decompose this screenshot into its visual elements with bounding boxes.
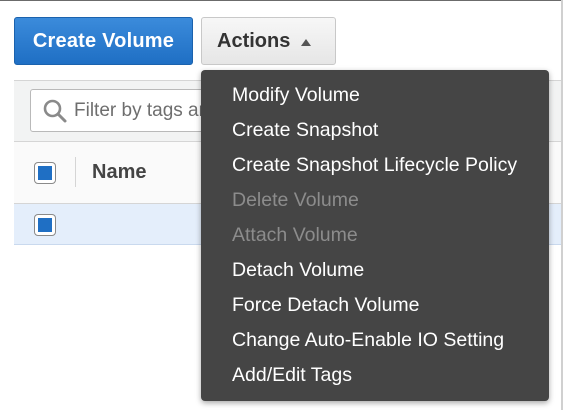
- search-icon: [43, 99, 67, 122]
- menu-item-create-snapshot[interactable]: Create Snapshot: [232, 117, 378, 143]
- actions-button[interactable]: Actions: [201, 17, 336, 65]
- actions-button-label: Actions: [217, 29, 291, 52]
- menu-item-change-auto-enable-io-setting[interactable]: Change Auto-Enable IO Setting: [232, 327, 504, 353]
- menu-item-force-detach-volume[interactable]: Force Detach Volume: [232, 292, 420, 318]
- create-volume-button[interactable]: Create Volume: [14, 17, 193, 65]
- menu-item-delete-volume: Delete Volume: [232, 189, 359, 211]
- actions-dropdown-menu: Modify Volume Create Snapshot Create Sna…: [201, 70, 549, 401]
- menu-item-attach-volume: Attach Volume: [232, 224, 358, 246]
- menu-item-detach-volume[interactable]: Detach Volume: [232, 257, 364, 283]
- row-checkbox[interactable]: [35, 215, 55, 235]
- column-header-name[interactable]: Name: [92, 161, 146, 184]
- column-separator: [75, 157, 76, 187]
- menu-item-modify-volume[interactable]: Modify Volume: [232, 82, 360, 108]
- select-all-checkbox[interactable]: [35, 163, 55, 183]
- chevron-up-icon: [301, 38, 312, 46]
- menu-item-create-snapshot-lifecycle-policy[interactable]: Create Snapshot Lifecycle Policy: [232, 152, 517, 178]
- menu-item-add-edit-tags[interactable]: Add/Edit Tags: [232, 362, 352, 388]
- top-border: [0, 0, 563, 1]
